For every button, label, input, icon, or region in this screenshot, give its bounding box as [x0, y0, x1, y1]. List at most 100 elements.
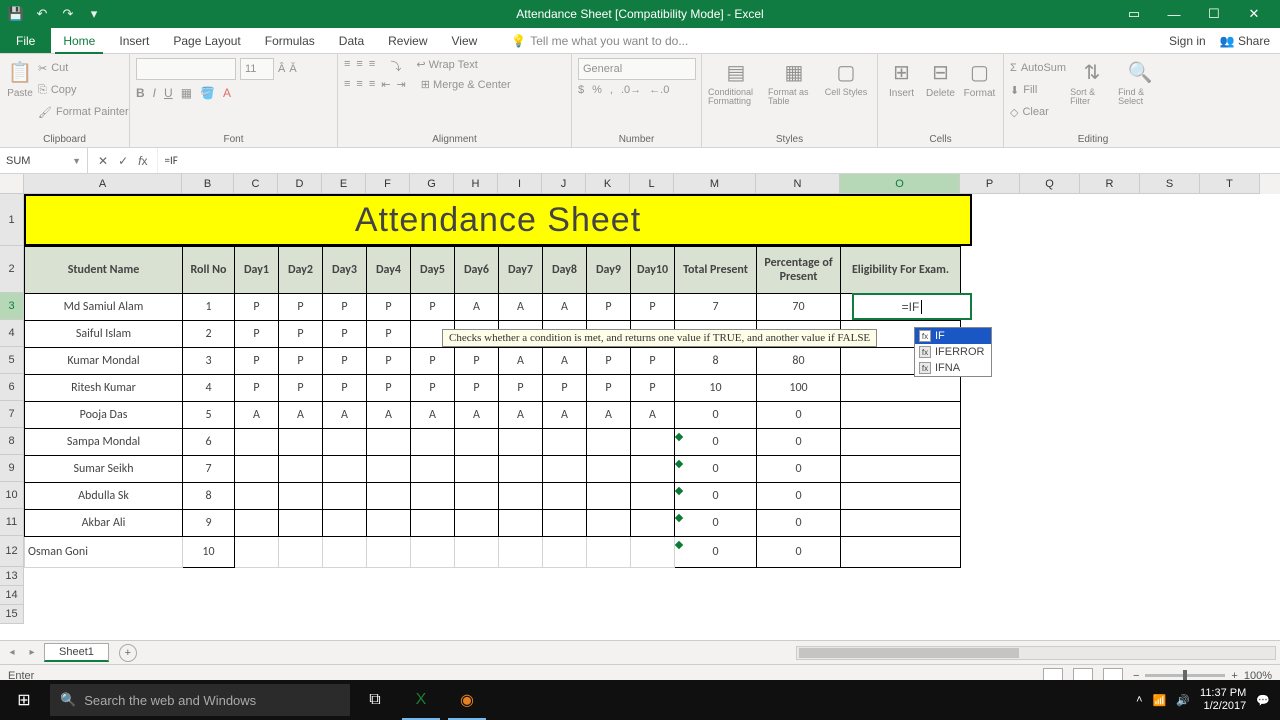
cell[interactable]: P — [455, 348, 499, 375]
taskbar-excel-icon[interactable]: X — [398, 680, 444, 720]
tab-nav-prev-icon[interactable]: ◂ — [4, 647, 20, 658]
redo-icon[interactable]: ↷ — [58, 4, 78, 24]
cell[interactable]: P — [631, 294, 675, 321]
cell[interactable]: P — [411, 348, 455, 375]
cell[interactable] — [367, 429, 411, 456]
tray-volume-icon[interactable]: 🔊 — [1176, 694, 1190, 707]
cell[interactable] — [279, 429, 323, 456]
cell[interactable] — [631, 483, 675, 510]
cell[interactable]: A — [499, 348, 543, 375]
cell[interactable] — [841, 456, 961, 483]
cell[interactable] — [841, 375, 961, 402]
cell[interactable]: 0 — [675, 483, 757, 510]
cell[interactable]: 0 — [675, 510, 757, 537]
cell[interactable]: 80 — [757, 348, 841, 375]
cell[interactable]: A — [411, 402, 455, 429]
row-header-12[interactable]: 12 — [0, 536, 24, 567]
cell[interactable]: P — [499, 375, 543, 402]
tab-data[interactable]: Data — [327, 28, 376, 53]
cell[interactable]: P — [587, 294, 631, 321]
cell[interactable] — [367, 510, 411, 537]
clear-button[interactable]: ◇ Clear — [1010, 102, 1066, 122]
cell[interactable]: Osman Goni — [25, 537, 183, 568]
row-header-13[interactable]: 13 — [0, 567, 24, 586]
taskbar-clock[interactable]: 11:37 PM 1/2/2017 — [1200, 687, 1246, 713]
col-header-o[interactable]: O — [840, 174, 960, 194]
tab-page-layout[interactable]: Page Layout — [161, 28, 252, 53]
currency-icon[interactable]: $ — [578, 84, 584, 96]
col-header-r[interactable]: R — [1080, 174, 1140, 194]
cell[interactable] — [587, 429, 631, 456]
tell-me-box[interactable]: 💡 Tell me what you want to do... — [499, 28, 700, 53]
taskbar-search[interactable]: 🔍 Search the web and Windows — [50, 684, 350, 716]
font-name-select[interactable] — [136, 58, 236, 80]
cell[interactable]: A — [323, 402, 367, 429]
cell[interactable]: P — [543, 375, 587, 402]
align-left-icon[interactable]: ≡ — [344, 78, 350, 91]
cell[interactable]: P — [235, 348, 279, 375]
maximize-icon[interactable]: ☐ — [1194, 0, 1234, 28]
cell[interactable] — [587, 483, 631, 510]
horizontal-scrollbar[interactable] — [796, 646, 1276, 660]
cell[interactable]: 100 — [757, 375, 841, 402]
copy-button[interactable]: ⎘ Copy — [38, 80, 129, 100]
cell[interactable]: 1 — [183, 294, 235, 321]
cell[interactable] — [543, 456, 587, 483]
cell[interactable]: 3 — [183, 348, 235, 375]
cell[interactable]: A — [235, 402, 279, 429]
cell[interactable]: A — [587, 402, 631, 429]
select-all-corner[interactable] — [0, 174, 24, 194]
cell[interactable]: 0 — [675, 402, 757, 429]
cell[interactable]: 0 — [757, 456, 841, 483]
cell[interactable]: 7 — [183, 456, 235, 483]
cell[interactable] — [543, 537, 587, 568]
cell[interactable]: 0 — [675, 537, 757, 568]
cell[interactable] — [235, 429, 279, 456]
row-header-6[interactable]: 6 — [0, 374, 24, 401]
cell[interactable]: A — [367, 402, 411, 429]
cell[interactable] — [587, 510, 631, 537]
cell[interactable] — [455, 537, 499, 568]
paste-button[interactable]: 📋Paste — [6, 58, 34, 99]
qat-more-icon[interactable]: ▾ — [84, 4, 104, 24]
formula-input[interactable]: =IF — [158, 154, 1280, 167]
cell[interactable] — [279, 510, 323, 537]
align-center-icon[interactable]: ≡ — [356, 78, 362, 91]
cell[interactable]: P — [323, 348, 367, 375]
cell[interactable]: P — [279, 321, 323, 348]
tray-chevron-icon[interactable]: ˄ — [1136, 694, 1142, 706]
cell[interactable] — [323, 537, 367, 568]
tab-nav-next-icon[interactable]: ▸ — [24, 647, 40, 658]
row-header-9[interactable]: 9 — [0, 455, 24, 482]
task-view-icon[interactable]: ⧉ — [352, 680, 398, 720]
cell[interactable] — [841, 402, 961, 429]
ribbon-options-icon[interactable]: ▭ — [1114, 0, 1154, 28]
cell[interactable]: A — [499, 402, 543, 429]
col-header-q[interactable]: Q — [1020, 174, 1080, 194]
cell[interactable]: A — [543, 294, 587, 321]
new-sheet-button[interactable]: + — [119, 644, 137, 662]
cell[interactable] — [587, 537, 631, 568]
decrease-font-icon[interactable]: Ă — [289, 63, 296, 75]
cell[interactable]: Pooja Das — [25, 402, 183, 429]
cell[interactable] — [543, 483, 587, 510]
cell[interactable]: 0 — [675, 456, 757, 483]
col-header-f[interactable]: F — [366, 174, 410, 194]
cell[interactable] — [235, 456, 279, 483]
cell[interactable] — [841, 429, 961, 456]
autocomplete-item[interactable]: fxIF — [915, 328, 991, 344]
number-format-select[interactable]: General — [578, 58, 696, 80]
name-box[interactable]: SUM▼ — [0, 148, 88, 173]
row-header-1[interactable]: 1 — [0, 194, 24, 246]
cell[interactable]: P — [235, 294, 279, 321]
cell[interactable]: A — [543, 402, 587, 429]
cell[interactable]: P — [323, 294, 367, 321]
cell[interactable] — [411, 483, 455, 510]
cell[interactable]: 0 — [757, 402, 841, 429]
tab-formulas[interactable]: Formulas — [253, 28, 327, 53]
cell[interactable]: P — [587, 375, 631, 402]
cell[interactable] — [455, 483, 499, 510]
cell[interactable]: 0 — [757, 510, 841, 537]
cell[interactable] — [323, 510, 367, 537]
cell[interactable] — [499, 537, 543, 568]
